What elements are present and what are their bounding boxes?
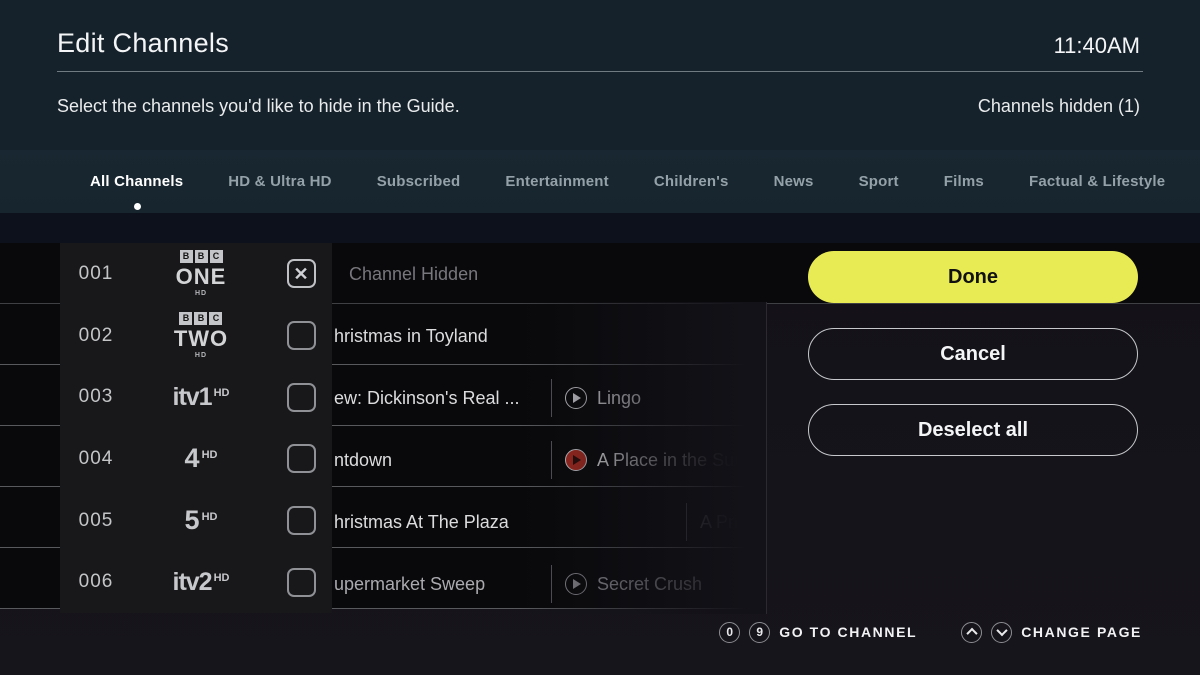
hide-checkbox[interactable] — [287, 383, 316, 412]
key-0-icon: 0 — [719, 622, 740, 643]
category-tabs: All Channels HD & Ultra HD Subscribed En… — [0, 150, 1200, 213]
tab-factual-lifestyle[interactable]: Factual & Lifestyle — [1029, 150, 1165, 213]
channel-list-panel: 001 BBC ONE HD ✕ 002 BBC TWO HD — [60, 243, 332, 613]
tab-all-channels[interactable]: All Channels — [90, 150, 183, 213]
tab-sport[interactable]: Sport — [859, 150, 899, 213]
channel-number: 001 — [60, 263, 132, 285]
tab-news[interactable]: News — [774, 150, 814, 213]
hide-checkbox[interactable] — [287, 568, 316, 597]
title-divider — [57, 71, 1143, 72]
channel-row-003[interactable]: 003 itv1HD — [60, 366, 332, 428]
hide-checkbox[interactable] — [287, 444, 316, 473]
channel-row-002[interactable]: 002 BBC TWO HD — [60, 305, 332, 367]
channel-hidden-status: Channel Hidden — [332, 264, 478, 285]
channel4-hd-logo: 4HD — [132, 443, 270, 474]
channel-row-001[interactable]: 001 BBC ONE HD ✕ — [60, 243, 332, 305]
cancel-button[interactable]: Cancel — [808, 328, 1138, 380]
channel-number: 005 — [60, 510, 132, 532]
channels-hidden-count: Channels hidden (1) — [978, 96, 1140, 117]
programme-row-hidden: Channel Hidden — [332, 243, 766, 305]
hide-checkbox[interactable] — [287, 321, 316, 350]
clock: 11:40AM — [1054, 33, 1140, 59]
channel5-hd-logo: 5HD — [132, 505, 270, 536]
channel-number: 002 — [60, 325, 132, 347]
channel-number: 006 — [60, 571, 132, 593]
footer-hints: 0 9 GO TO CHANNEL CHANGE PAGE — [719, 619, 1142, 645]
programme-title: upermarket Sweep — [332, 574, 551, 595]
programme-title: ntdown — [332, 450, 551, 471]
go-to-channel-hint: GO TO CHANNEL — [779, 624, 917, 640]
subtitle: Select the channels you'd like to hide i… — [57, 96, 460, 117]
key-9-icon: 9 — [749, 622, 770, 643]
page-title: Edit Channels — [57, 28, 229, 59]
bbc-one-hd-logo: BBC ONE HD — [132, 250, 270, 297]
itv2-hd-logo: itv2HD — [132, 568, 270, 597]
channel-row-004[interactable]: 004 4HD — [60, 428, 332, 490]
tab-films[interactable]: Films — [944, 150, 984, 213]
edit-channels-screen: Edit Channels 11:40AM Select the channel… — [0, 0, 1200, 675]
selected-tab-dot — [134, 203, 141, 210]
hide-checkbox-checked[interactable]: ✕ — [287, 259, 316, 288]
arrow-up-icon — [961, 622, 982, 643]
channel-number: 004 — [60, 448, 132, 470]
programme-title: ew: Dickinson's Real ... — [332, 388, 551, 409]
deselect-all-button[interactable]: Deselect all — [808, 404, 1138, 456]
bbc-two-hd-logo: BBC TWO HD — [132, 312, 270, 359]
tab-childrens[interactable]: Children's — [654, 150, 729, 213]
tab-subscribed[interactable]: Subscribed — [377, 150, 461, 213]
tab-hd-ultra-hd[interactable]: HD & Ultra HD — [228, 150, 331, 213]
channel-row-005[interactable]: 005 5HD — [60, 490, 332, 552]
channel-number: 003 — [60, 386, 132, 408]
change-page-hint: CHANGE PAGE — [1021, 624, 1142, 640]
hide-checkbox[interactable] — [287, 506, 316, 535]
programme-title: hristmas in Toyland — [332, 326, 488, 347]
itv1-hd-logo: itv1HD — [132, 383, 270, 412]
tab-entertainment[interactable]: Entertainment — [505, 150, 608, 213]
arrow-down-icon — [991, 622, 1012, 643]
channel-row-006[interactable]: 006 itv2HD — [60, 551, 332, 613]
right-fade — [520, 302, 767, 614]
done-button[interactable]: Done — [808, 251, 1138, 303]
grid-column-line — [766, 302, 767, 614]
